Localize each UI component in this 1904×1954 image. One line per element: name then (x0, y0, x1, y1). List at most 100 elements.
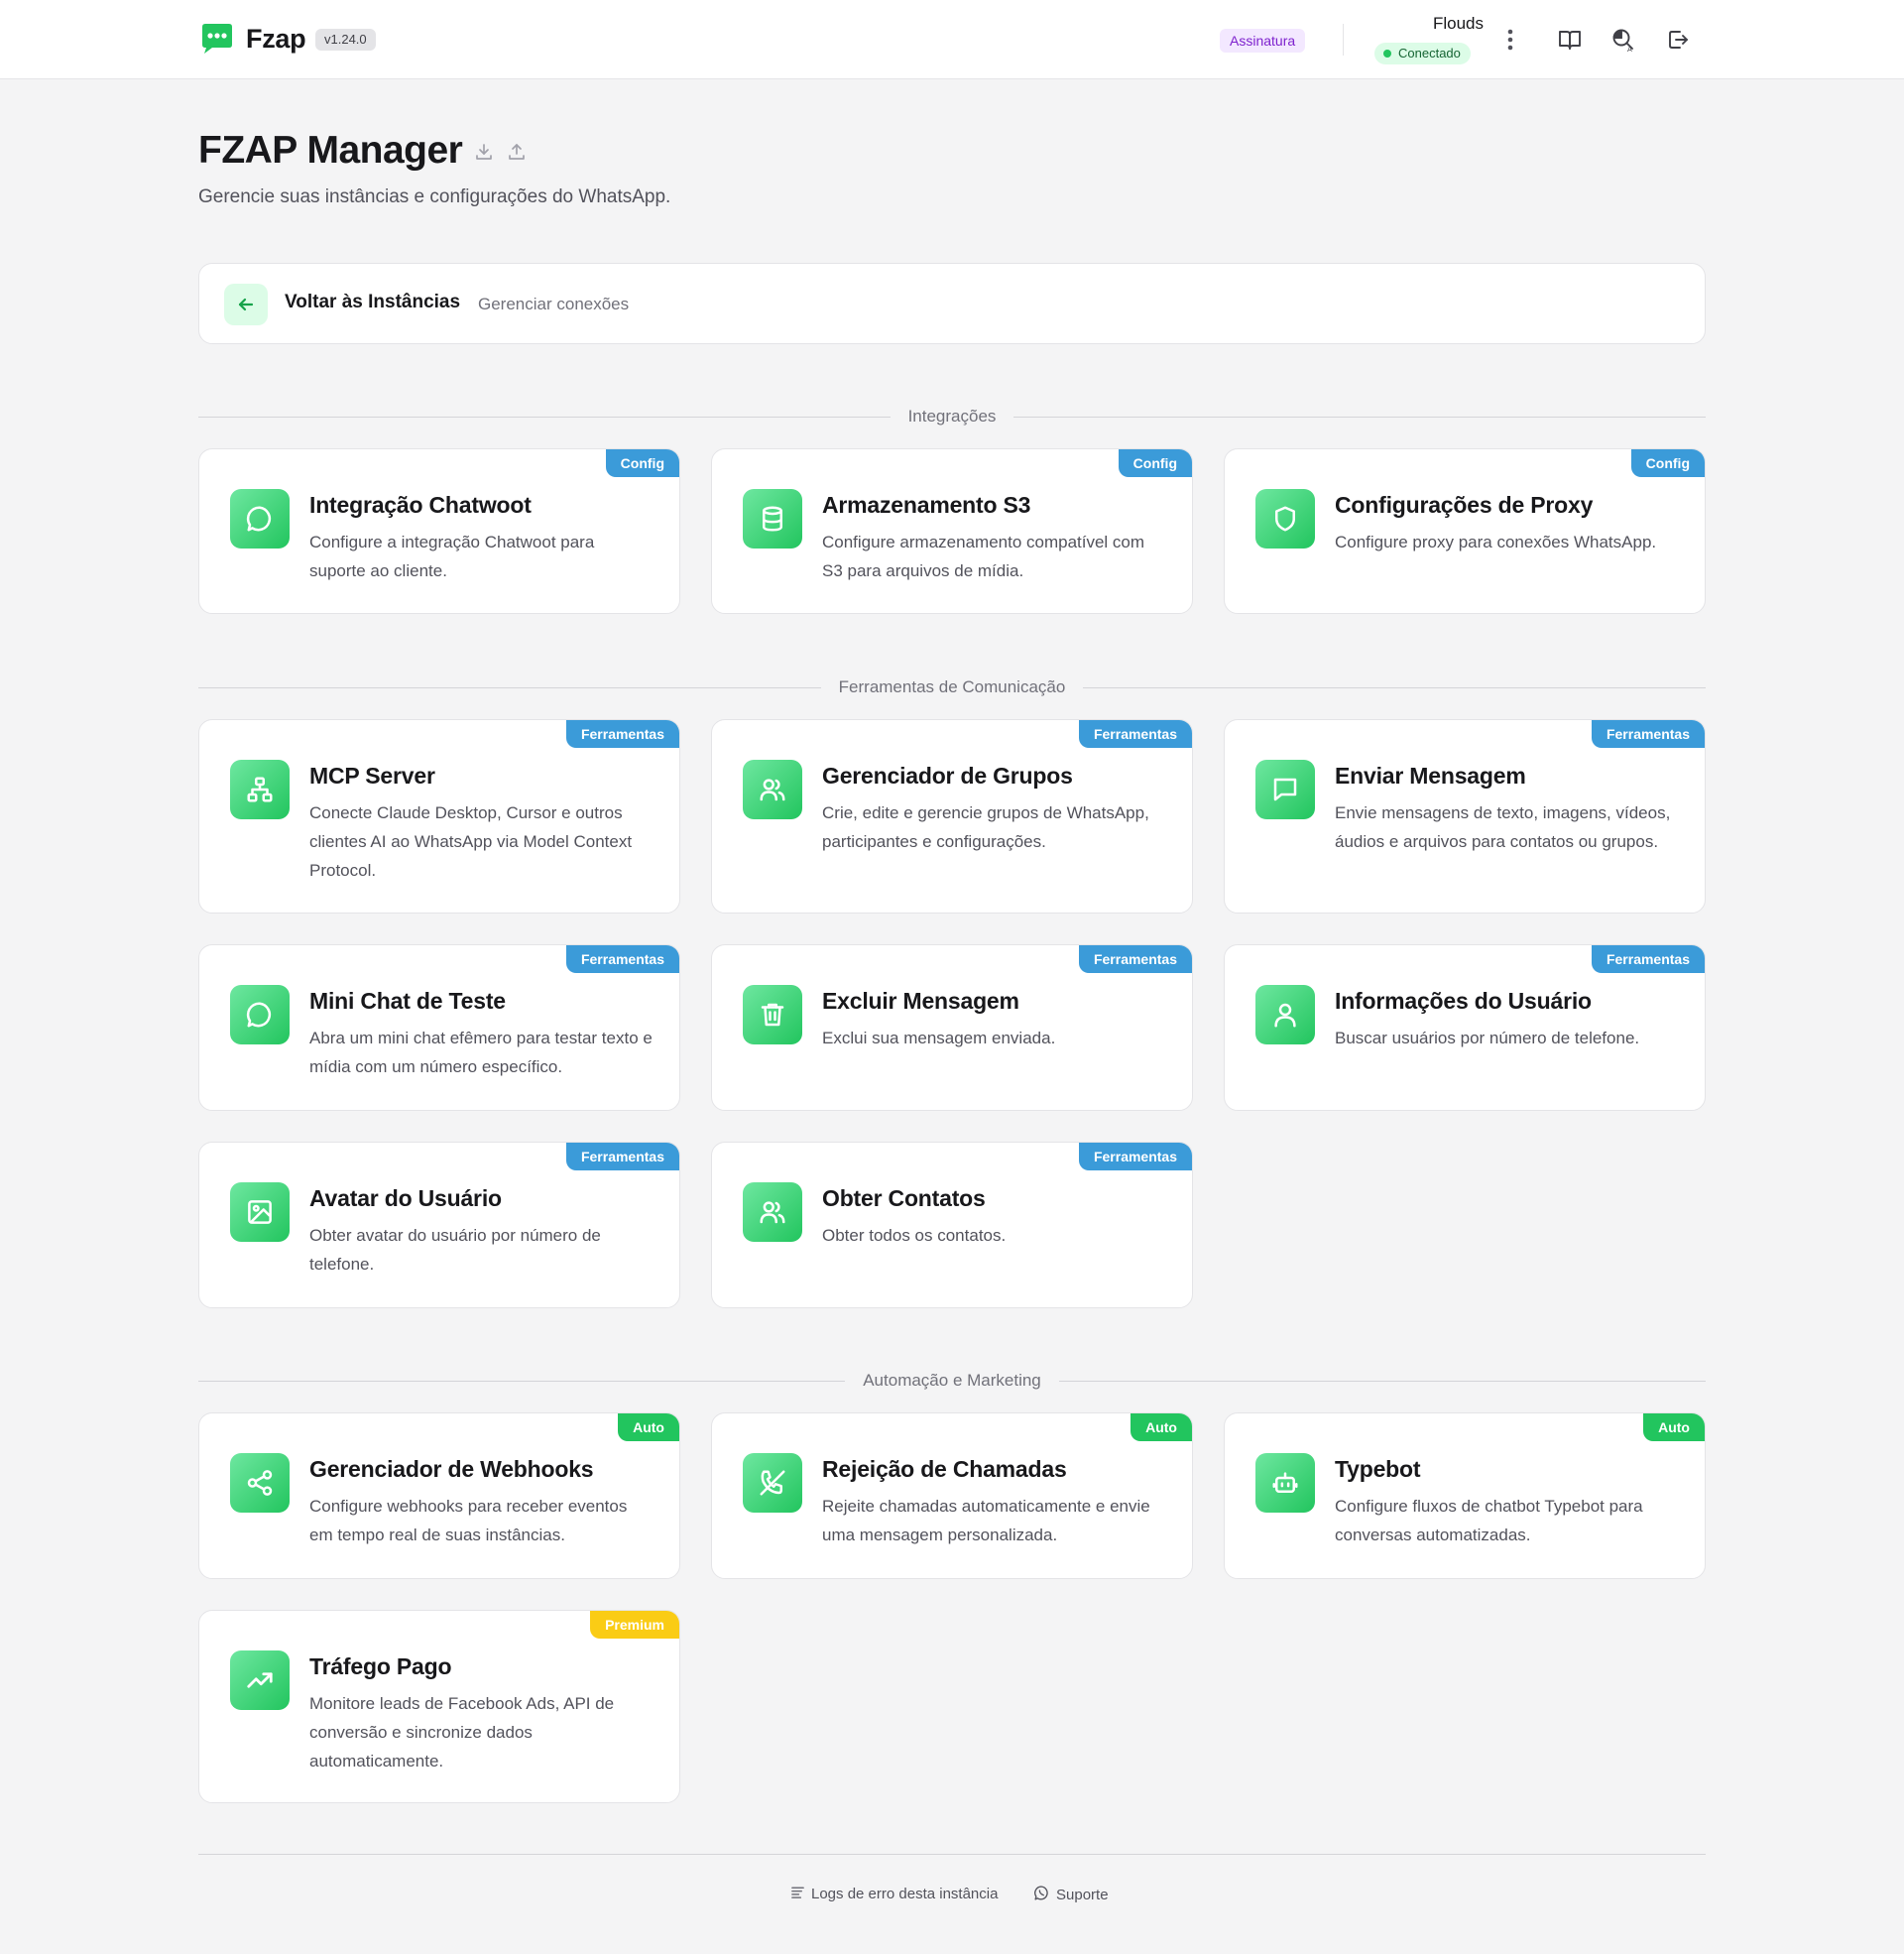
card-tag: Ferramentas (1078, 720, 1192, 748)
back-to-instances-button[interactable]: Voltar às Instâncias Gerenciar conexões (198, 263, 1706, 344)
svg-text:A: A (1627, 46, 1632, 53)
card-tag: Auto (1130, 1413, 1192, 1441)
logout-icon[interactable] (1664, 26, 1692, 54)
section-divider-integracoes: Integrações (198, 405, 1706, 428)
image-icon (230, 1182, 290, 1242)
phone-off-icon (743, 1453, 802, 1513)
card-description: Conecte Claude Desktop, Cursor e outros … (309, 803, 633, 880)
shield-icon (1255, 489, 1315, 549)
card-tag: Ferramentas (1078, 945, 1192, 973)
section-label: Ferramentas de Comunicação (820, 677, 1084, 696)
card-group-manager[interactable]: Ferramentas Gerenciador de Grupos Crie, … (711, 719, 1193, 914)
card-tag: Auto (1643, 1413, 1705, 1441)
section-divider-ferramentas: Ferramentas de Comunicação (198, 675, 1706, 699)
card-tag: Config (1630, 449, 1705, 477)
card-description: Envie mensagens de texto, imagens, vídeo… (1335, 803, 1671, 851)
card-tag: Ferramentas (1591, 720, 1705, 748)
card-tag: Premium (590, 1611, 679, 1639)
card-user-info[interactable]: Ferramentas Informações do Usuário Busca… (1224, 944, 1706, 1111)
download-icon[interactable] (474, 142, 494, 162)
card-description: Configure webhooks para receber eventos … (309, 1497, 628, 1544)
card-title: Integração Chatwoot (309, 492, 532, 518)
card-tag: Auto (618, 1413, 679, 1441)
card-title: Gerenciador de Grupos (822, 763, 1073, 789)
card-tag: Ferramentas (565, 945, 679, 973)
card-title: Armazenamento S3 (822, 492, 1031, 518)
list-icon (790, 1885, 805, 1903)
message-circle-icon (230, 489, 290, 549)
card-title: Rejeição de Chamadas (822, 1456, 1067, 1482)
card-description: Configure a integração Chatwoot para sup… (309, 533, 595, 580)
status-dot-icon (1383, 50, 1391, 58)
support-label: Suporte (1056, 1887, 1109, 1903)
card-description: Obter todos os contatos. (822, 1226, 1007, 1245)
users-icon (743, 1182, 802, 1242)
message-square-icon (1255, 760, 1315, 819)
card-send-message[interactable]: Ferramentas Enviar Mensagem Envie mensag… (1224, 719, 1706, 914)
version-badge: v1.24.0 (315, 29, 376, 51)
page-subtitle: Gerencie suas instâncias e configurações… (198, 186, 671, 207)
message-circle-icon (230, 985, 290, 1044)
card-tag: Ferramentas (565, 1143, 679, 1170)
card-title: Avatar do Usuário (309, 1185, 502, 1211)
card-s3-storage[interactable]: Config Armazenamento S3 Configure armaze… (711, 448, 1193, 614)
card-title: MCP Server (309, 763, 435, 789)
page-title: FZAP Manager (198, 129, 463, 172)
book-icon[interactable] (1556, 26, 1584, 54)
card-title: Gerenciador de Webhooks (309, 1456, 594, 1482)
card-description: Abra um mini chat efêmero para testar te… (309, 1029, 653, 1076)
card-title: Excluir Mensagem (822, 988, 1019, 1014)
card-webhooks[interactable]: Auto Gerenciador de Webhooks Configure w… (198, 1412, 680, 1579)
section-label: Integrações (890, 407, 1014, 426)
card-title: Typebot (1335, 1456, 1421, 1482)
card-get-contacts[interactable]: Ferramentas Obter Contatos Obter todos o… (711, 1142, 1193, 1308)
back-subtitle: Gerenciar conexões (478, 295, 630, 313)
card-title: Obter Contatos (822, 1185, 986, 1211)
connection-status-label: Conectado (1398, 46, 1461, 61)
card-paid-traffic[interactable]: Premium Tráfego Pago Monitore leads de F… (198, 1610, 680, 1803)
support-link[interactable]: Suporte (1033, 1885, 1109, 1905)
card-description: Rejeite chamadas automaticamente e envie… (822, 1497, 1150, 1544)
subscription-badge[interactable]: Assinatura (1220, 29, 1306, 53)
app-name[interactable]: Fzap (246, 24, 306, 55)
card-description: Obter avatar do usuário por número de te… (309, 1226, 601, 1274)
card-description: Crie, edite e gerencie grupos de WhatsAp… (822, 803, 1149, 851)
back-title: Voltar às Instâncias (285, 292, 461, 312)
card-mini-chat[interactable]: Ferramentas Mini Chat de Teste Abra um m… (198, 944, 680, 1111)
more-vertical-icon[interactable] (1496, 26, 1524, 54)
users-icon (743, 760, 802, 819)
card-title: Configurações de Proxy (1335, 492, 1594, 518)
card-typebot[interactable]: Auto Typebot Configure fluxos de chatbot… (1224, 1412, 1706, 1579)
footer-divider (198, 1854, 1706, 1855)
card-mcp-server[interactable]: Ferramentas MCP Server Conecte Claude De… (198, 719, 680, 914)
card-description: Configure fluxos de chatbot Typebot para… (1335, 1497, 1643, 1544)
share-icon (230, 1453, 290, 1513)
card-user-avatar[interactable]: Ferramentas Avatar do Usuário Obter avat… (198, 1142, 680, 1308)
card-description: Configure proxy para conexões WhatsApp. (1335, 533, 1657, 551)
card-title: Enviar Mensagem (1335, 763, 1526, 789)
bot-icon (1255, 1453, 1315, 1513)
section-label: Automação e Marketing (845, 1371, 1059, 1390)
card-title: Mini Chat de Teste (309, 988, 506, 1014)
card-delete-message[interactable]: Ferramentas Excluir Mensagem Exclui sua … (711, 944, 1193, 1111)
card-chatwoot[interactable]: Config Integração Chatwoot Configure a i… (198, 448, 680, 614)
user-name: Flouds (1432, 14, 1484, 33)
card-title: Tráfego Pago (309, 1653, 452, 1679)
card-proxy[interactable]: Config Configurações de Proxy Configure … (1224, 448, 1706, 614)
error-logs-link[interactable]: Logs de erro desta instância (790, 1885, 998, 1903)
fzap-logo-icon[interactable] (198, 21, 236, 57)
upload-icon[interactable] (507, 142, 527, 162)
theme-search-icon[interactable]: A (1609, 26, 1637, 54)
card-description: Configure armazenamento compatível com S… (822, 533, 1145, 580)
card-tag: Config (1118, 449, 1192, 477)
card-tag: Ferramentas (565, 720, 679, 748)
card-call-rejection[interactable]: Auto Rejeição de Chamadas Rejeite chamad… (711, 1412, 1193, 1579)
network-icon (230, 760, 290, 819)
arrow-left-icon[interactable] (224, 284, 268, 325)
card-description: Buscar usuários por número de telefone. (1335, 1029, 1640, 1047)
card-description: Monitore leads de Facebook Ads, API de c… (309, 1694, 615, 1771)
trash-icon (743, 985, 802, 1044)
top-navbar: Fzap v1.24.0 Assinatura Flouds Conectado… (0, 0, 1904, 79)
database-icon (743, 489, 802, 549)
user-icon (1255, 985, 1315, 1044)
